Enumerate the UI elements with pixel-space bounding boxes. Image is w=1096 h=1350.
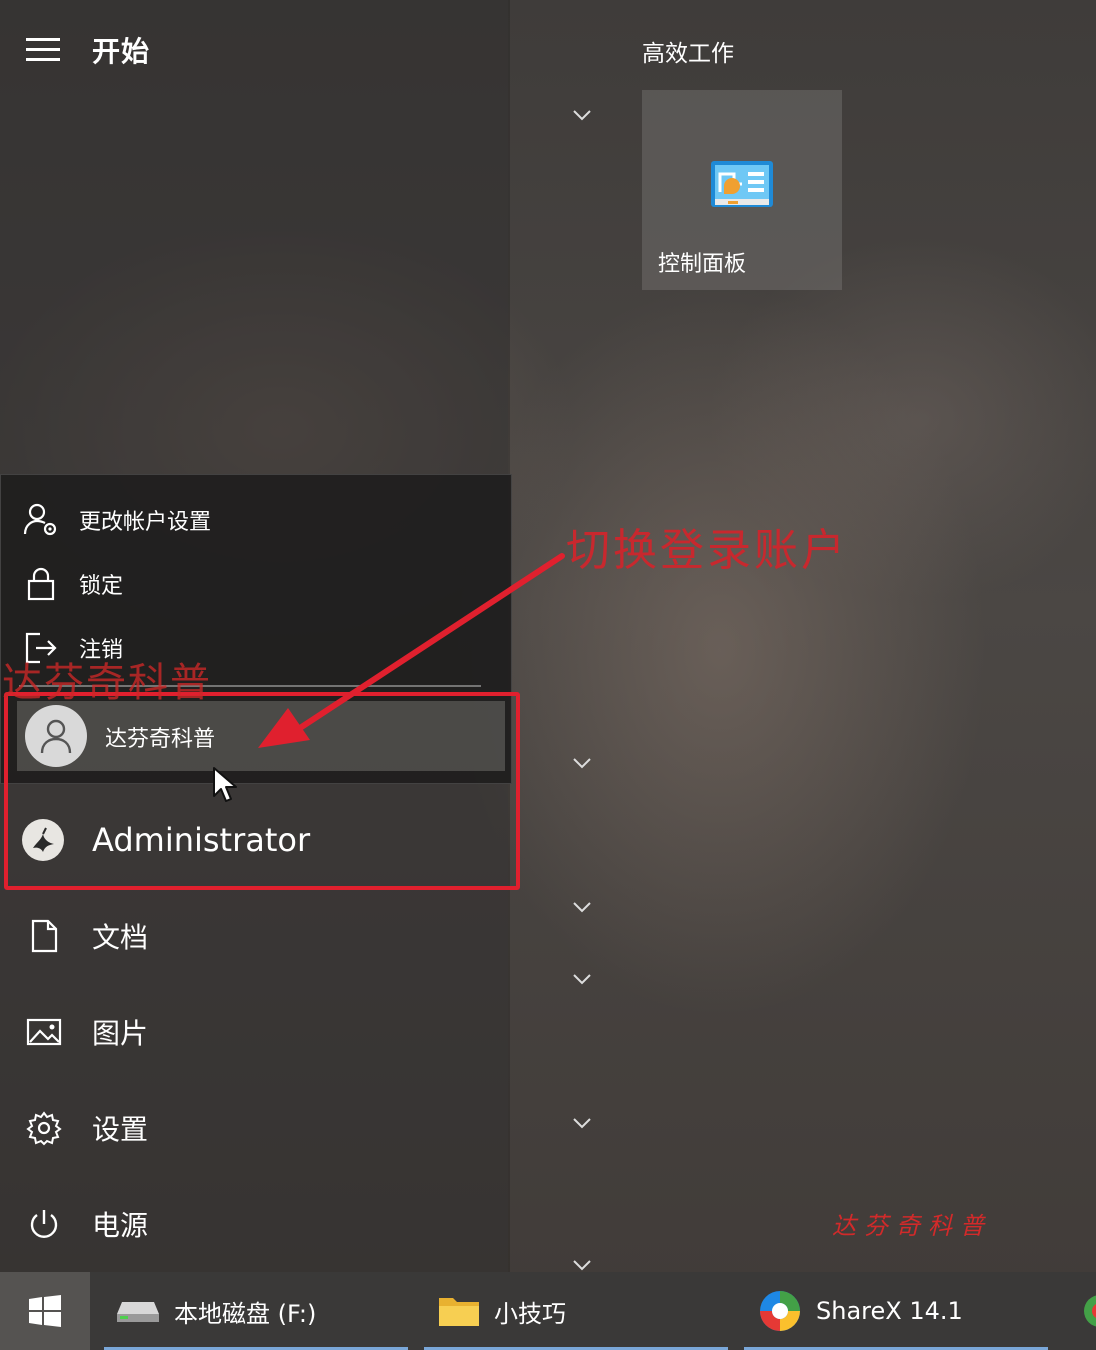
chevron-down-icon[interactable] [570,106,594,124]
start-title: 开始 [92,35,151,68]
chevron-down-icon[interactable] [570,754,594,772]
lock-icon [21,564,61,604]
chevron-down-icon[interactable] [570,898,594,916]
taskbar-item-label: ShareX 14.1 [816,1297,963,1325]
highlight-box [4,692,520,890]
gear-icon [24,1108,64,1148]
taskbar-item-label: 小技巧 [494,1299,566,1328]
chevron-down-icon[interactable] [570,1114,594,1132]
nav-label: 电源 [92,1209,149,1242]
mouse-cursor-icon [213,767,237,802]
taskbar-item-folder[interactable]: 小技巧 [438,1272,566,1350]
nav-settings[interactable]: 设置 [24,1102,148,1154]
taskbar-item-drive[interactable]: 本地磁盘 (F:) [116,1272,316,1350]
app-icon [1084,1295,1096,1327]
nav-label: 文档 [92,921,149,954]
nav-pictures[interactable]: 图片 [24,1006,148,1058]
flyout-item-label: 锁定 [79,574,124,599]
lock-item[interactable]: 锁定 [21,559,123,609]
flyout-item-label: 更改帐户设置 [79,510,212,535]
taskbar-item-sharex[interactable]: ShareX 14.1 [758,1272,963,1350]
hamburger-menu-icon[interactable] [26,38,60,62]
control-panel-tile[interactable]: 控制面板 [642,90,842,290]
nav-power[interactable]: 电源 [24,1198,148,1250]
drive-icon [117,1302,159,1322]
change-account-settings-item[interactable]: 更改帐户设置 [21,495,211,545]
tile-group-title[interactable]: 高效工作 [642,34,734,68]
nav-documents[interactable]: 文档 [24,910,148,962]
sharex-icon [760,1291,800,1331]
tile-label: 控制面板 [658,252,747,277]
watermark-text: 达芬奇科普 [2,660,212,706]
windows-logo-icon [29,1295,61,1327]
control-panel-icon [711,161,773,207]
user-settings-icon [21,500,61,540]
chevron-down-icon[interactable] [570,970,594,988]
nav-label: 图片 [92,1017,149,1050]
start-button[interactable] [0,1272,90,1350]
nav-label: 设置 [92,1113,149,1146]
taskbar-item-partial[interactable] [1080,1272,1096,1350]
taskbar: 本地磁盘 (F:) 小技巧 ShareX 14.1 [0,1272,1096,1350]
document-icon [24,916,64,956]
power-icon [24,1204,64,1244]
seal-watermark: 达芬奇科普 [832,1212,992,1240]
taskbar-item-label: 本地磁盘 (F:) [174,1299,317,1328]
pictures-icon [24,1012,64,1052]
folder-icon [439,1298,479,1326]
callout-text: 切换登录账户 [566,525,848,576]
